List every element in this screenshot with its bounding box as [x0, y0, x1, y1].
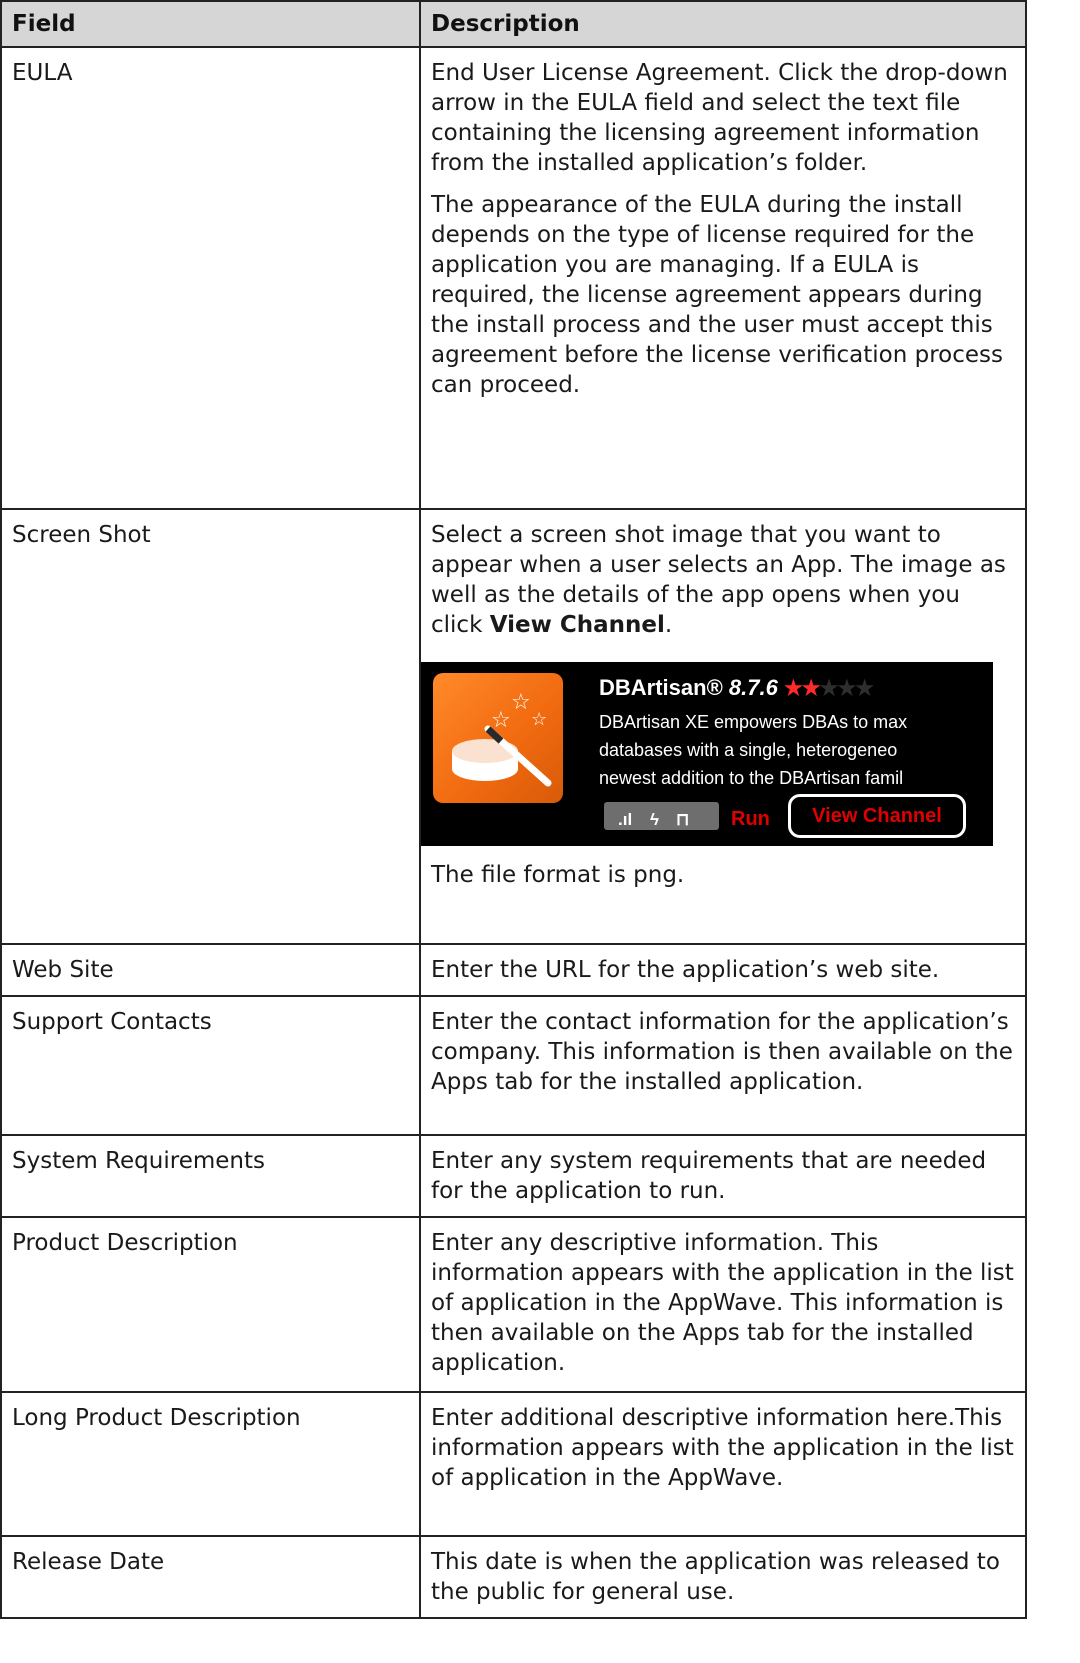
intro-end: .: [664, 612, 673, 638]
description-paragraph: End User License Agreement. Click the dr…: [431, 60, 1008, 176]
description-paragraph: The appearance of the EULA during the in…: [431, 192, 1003, 398]
description-cell: Enter any system requirements that are n…: [419, 1134, 1027, 1218]
magic-wand-icon: ☆ ☆ ☆: [452, 690, 552, 787]
table-row: Web Site Enter the URL for the applicati…: [0, 943, 1027, 997]
run-link[interactable]: Run: [731, 804, 770, 834]
view-channel-reference: View Channel: [489, 612, 665, 638]
channel-description-line: databases with a single, heterogeneo: [599, 740, 898, 760]
rating-stars-filled: ★★: [783, 677, 821, 700]
app-version: 8.7.6: [728, 675, 778, 700]
description-cell: Enter additional descriptive information…: [419, 1391, 1027, 1537]
lightning-icon: ϟ: [650, 810, 659, 829]
svg-text:☆: ☆: [491, 708, 511, 733]
description-cell: Enter the URL for the application’s web …: [419, 943, 1027, 997]
app-name: DBArtisan®: [599, 675, 723, 700]
svg-text:☆: ☆: [531, 709, 547, 730]
description-cell: Enter any descriptive information. This …: [419, 1216, 1027, 1393]
table-row: System Requirements Enter any system req…: [0, 1134, 1027, 1218]
field-cell: Web Site: [0, 943, 421, 997]
unlock-icon: ⊓: [676, 810, 690, 829]
signal-icon: .ıl: [618, 810, 633, 829]
field-cell: Release Date: [0, 1535, 421, 1619]
field-column-header: Field: [0, 0, 421, 48]
channel-description-line: newest addition to the DBArtisan famil: [599, 768, 904, 788]
status-icons: .ıl ϟ ⊓: [604, 802, 719, 830]
header-row: Field Description: [0, 0, 1027, 48]
rating-stars-empty: ★★★: [819, 677, 874, 700]
field-cell: Support Contacts: [0, 995, 421, 1136]
channel-screenshot: ☆ ☆ ☆ DBArtisan® 8.7.6 ★★★★★ DBArtisan X…: [421, 662, 993, 846]
field-cell: System Requirements: [0, 1134, 421, 1218]
channel-description-line: DBArtisan XE empowers DBAs to max: [599, 712, 908, 732]
table-row: Support Contacts Enter the contact infor…: [0, 995, 1027, 1136]
table-row: Long Product Description Enter additiona…: [0, 1391, 1027, 1537]
description-cell: Select a screen shot image that you want…: [419, 508, 1027, 945]
field-cell: EULA: [0, 46, 421, 510]
table-row: EULA End User License Agreement. Click t…: [0, 46, 1027, 510]
fields-table: Field Description EULA End User License …: [0, 0, 1027, 1619]
svg-text:☆: ☆: [511, 690, 531, 715]
field-cell: Screen Shot: [0, 508, 421, 945]
table-row: Product Description Enter any descriptiv…: [0, 1216, 1027, 1393]
table-row: Screen Shot Select a screen shot image t…: [0, 508, 1027, 945]
description-paragraph: The file format is png.: [431, 862, 685, 888]
description-cell: End User License Agreement. Click the dr…: [419, 46, 1027, 510]
field-cell: Long Product Description: [0, 1391, 421, 1537]
description-column-header: Description: [419, 0, 1027, 48]
dbartisan-app-icon: ☆ ☆ ☆: [433, 673, 563, 803]
field-cell: Product Description: [0, 1216, 421, 1393]
description-cell: This date is when the application was re…: [419, 1535, 1027, 1619]
description-paragraph: Select a screen shot image that you want…: [431, 520, 1015, 640]
channel-title: DBArtisan® 8.7.6 ★★★★★: [599, 673, 874, 704]
description-cell: Enter the contact information for the ap…: [419, 995, 1027, 1136]
view-channel-button[interactable]: View Channel: [788, 794, 966, 838]
table-row: Release Date This date is when the appli…: [0, 1535, 1027, 1619]
